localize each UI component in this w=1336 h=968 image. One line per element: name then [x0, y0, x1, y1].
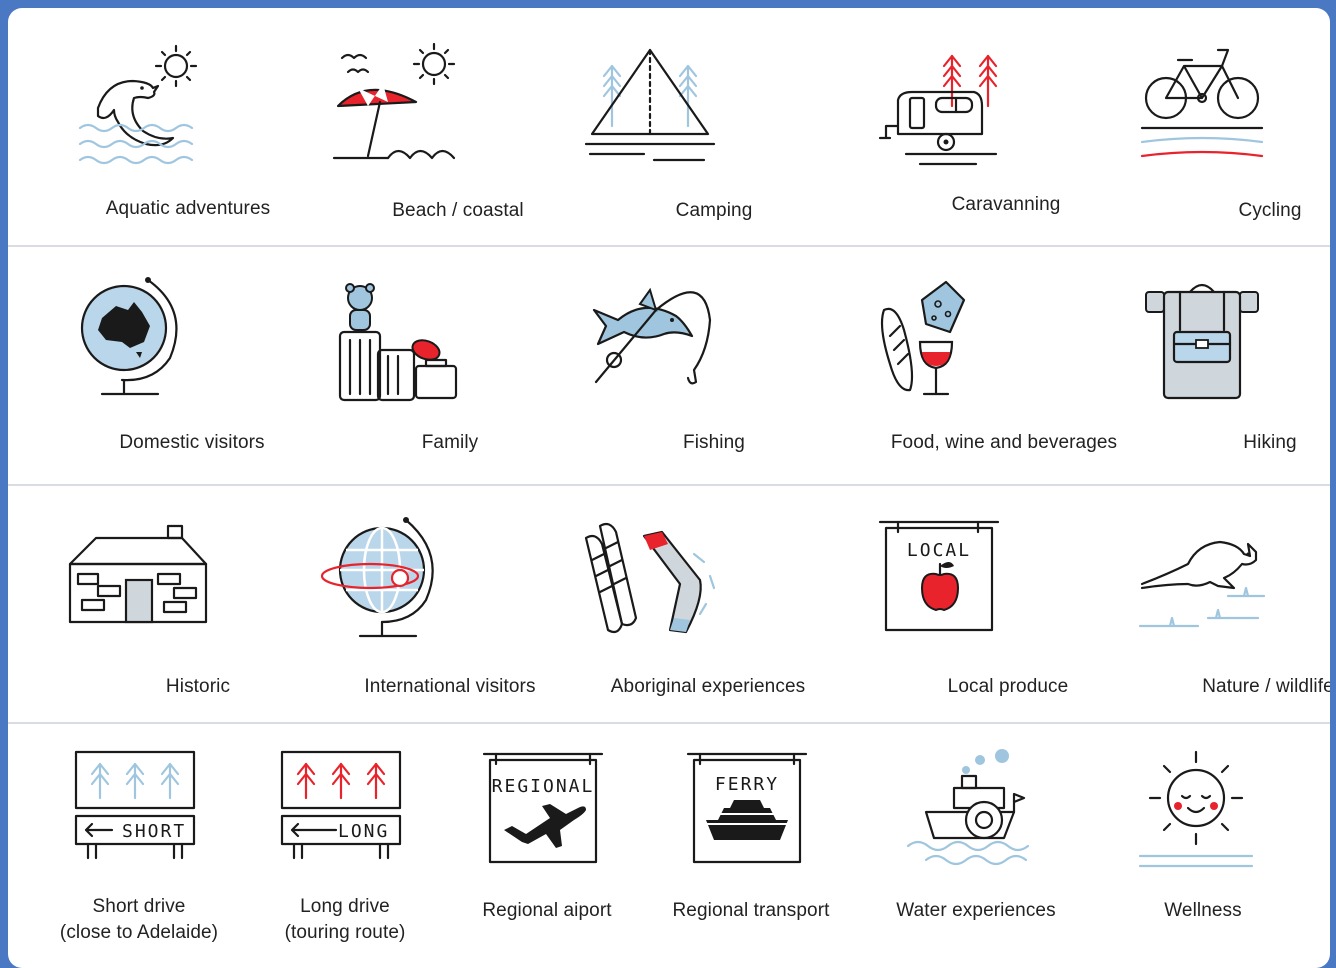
- kangaroo-icon: [1138, 540, 1266, 628]
- caravan-icon: [878, 54, 998, 166]
- tile-label: Local produce: [947, 676, 1069, 697]
- tile-label: International visitors: [364, 676, 536, 697]
- boomerang-icon: [584, 522, 716, 634]
- row-divider: [8, 722, 1330, 724]
- sign-text-regional: REGIONAL: [492, 776, 595, 797]
- tile-label: Caravanning: [951, 194, 1061, 215]
- backpack-icon: [1145, 283, 1259, 400]
- tile-label: Wellness: [1164, 900, 1242, 921]
- tile-label: Nature / wildlife: [1202, 676, 1330, 697]
- ferry-sign-icon: FERRY: [686, 752, 808, 864]
- sign-text-short: SHORT: [122, 821, 186, 842]
- tent-icon: [584, 48, 716, 162]
- tile-label: Cycling: [1238, 200, 1302, 221]
- tile-label: Beach / coastal: [392, 200, 524, 221]
- tile-label: Hiking: [1243, 432, 1297, 453]
- dolphin-icon: [78, 44, 198, 165]
- sign-text-long: LONG: [338, 821, 389, 842]
- tile-label: Family: [421, 432, 479, 453]
- paddle-steamer-icon: [906, 749, 1030, 866]
- tile-label: Aquatic adventures: [105, 198, 271, 219]
- bicycle-icon: [1140, 48, 1264, 158]
- fish-rod-icon: [592, 287, 712, 385]
- long-drive-sign-icon: LONG: [280, 750, 402, 860]
- bread-cheese-wine-icon: [880, 280, 966, 396]
- family-luggage-icon: [338, 283, 458, 402]
- short-drive-sign-icon: SHORT: [74, 750, 196, 860]
- tile-label: Aboriginal experiences: [610, 676, 806, 697]
- sign-text-ferry: FERRY: [715, 774, 779, 795]
- stone-cottage-icon: [68, 524, 208, 624]
- smiling-sun-icon: [1138, 750, 1254, 868]
- australia-globe-icon: [80, 277, 178, 396]
- tile-label: Fishing: [683, 432, 745, 453]
- row-divider: [8, 484, 1330, 486]
- beach-umbrella-icon: [332, 42, 456, 160]
- experiences-card: Aquatic adventures Beach / coastal Campi…: [8, 8, 1330, 968]
- sign-text-local: LOCAL: [907, 540, 971, 561]
- tile-label: Food, wine and beverages: [890, 432, 1118, 453]
- plane-sign-icon: REGIONAL: [482, 752, 604, 864]
- world-globe-icon: [320, 517, 434, 638]
- tile-label: Domestic visitors: [119, 432, 265, 453]
- tile-label: Camping: [675, 200, 753, 221]
- apple-sign-icon: LOCAL: [878, 520, 1000, 632]
- row-divider: [8, 245, 1330, 247]
